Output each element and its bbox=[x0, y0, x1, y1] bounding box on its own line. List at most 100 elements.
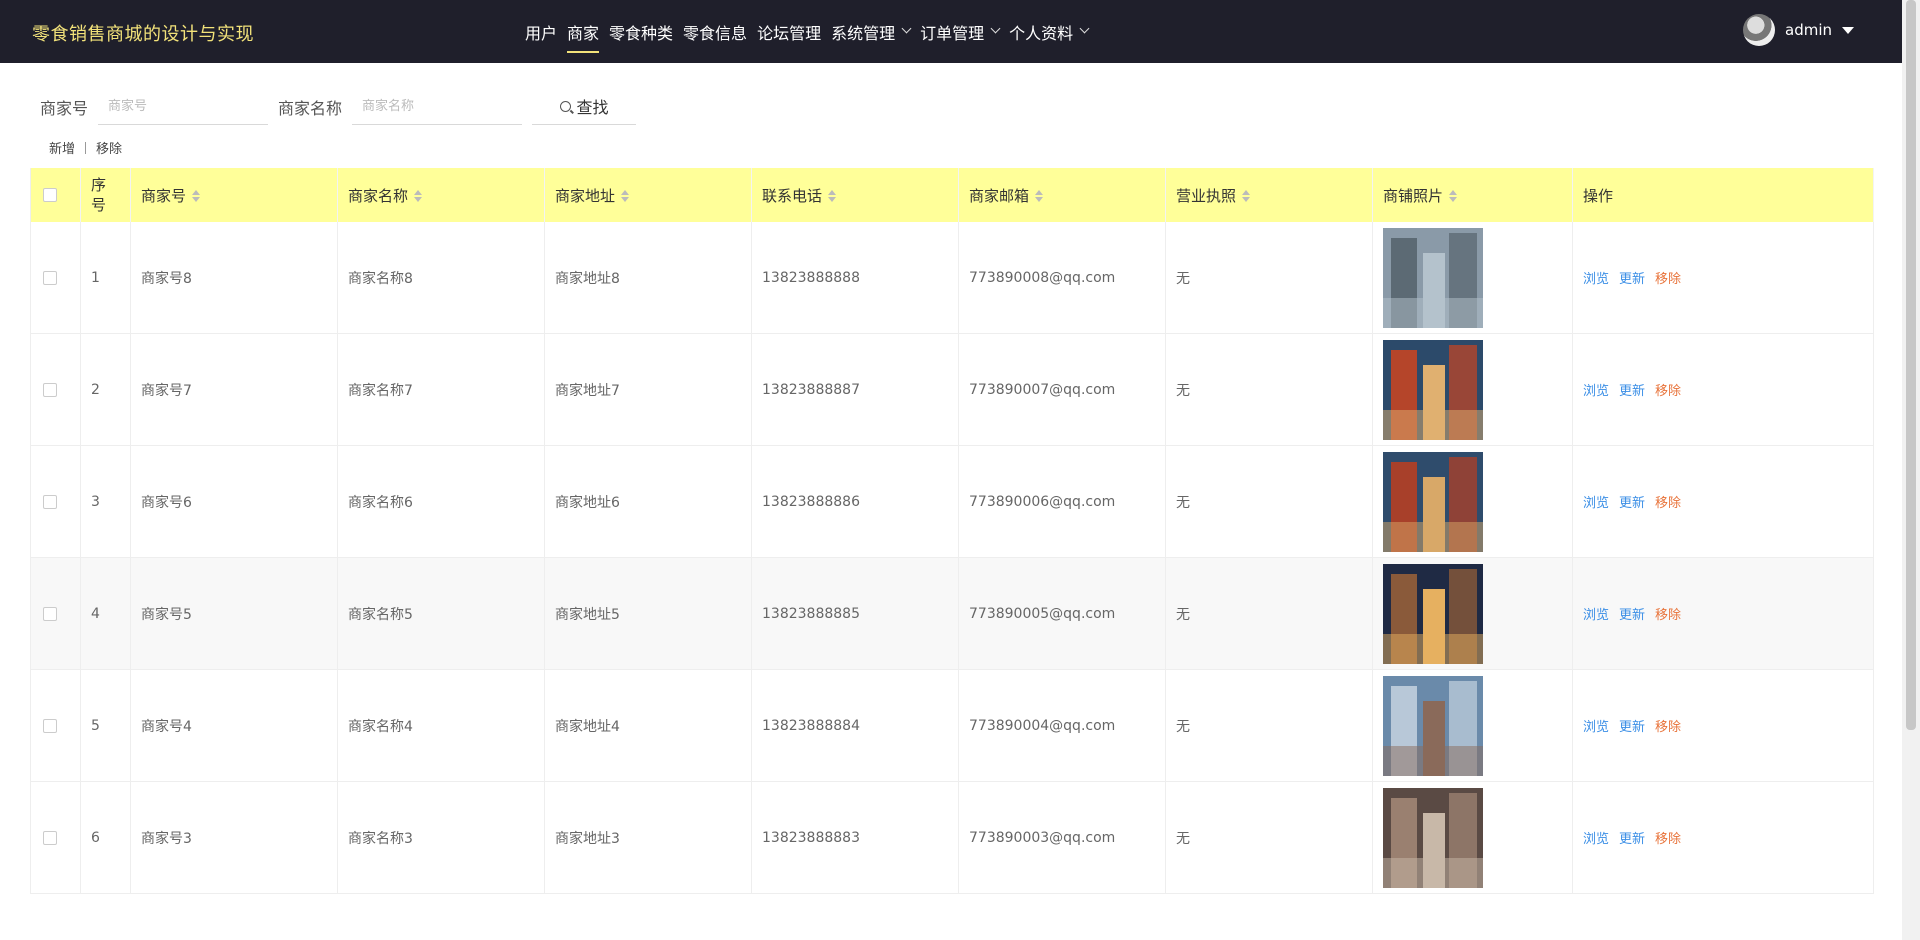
scrollbar-thumb[interactable] bbox=[1906, 0, 1916, 730]
table-row[interactable]: 1 商家号8 商家名称8 商家地址8 13823888888 773890008@qq.c… bbox=[30, 222, 1874, 334]
page-scrollbar[interactable] bbox=[1902, 0, 1920, 940]
column-header[interactable]: 商家名称 bbox=[337, 168, 545, 222]
update-button[interactable]: 更新 bbox=[1619, 272, 1645, 287]
avatar[interactable] bbox=[1743, 14, 1775, 46]
shop-photo-image[interactable] bbox=[1383, 339, 1483, 440]
remove-button[interactable]: 移除 bbox=[1655, 832, 1681, 847]
sort-icon[interactable] bbox=[1449, 190, 1458, 202]
remove-button[interactable]: 移除 bbox=[1655, 720, 1681, 735]
shop-photo-image[interactable] bbox=[1383, 451, 1483, 552]
nav-item[interactable]: 系统管理 bbox=[826, 0, 915, 63]
sort-icon[interactable] bbox=[1035, 190, 1044, 202]
cell-index: 4 bbox=[80, 557, 131, 670]
column-header-label: 商家地址 bbox=[555, 186, 616, 205]
merchant-no-input[interactable] bbox=[98, 88, 269, 125]
cell-address: 商家地址4 bbox=[544, 669, 752, 782]
table-row[interactable]: 5 商家号4 商家名称4 商家地址4 13823888884 773890004@qq.c… bbox=[30, 669, 1874, 782]
username[interactable]: admin bbox=[1785, 21, 1832, 39]
top-navbar: 零食销售商城的设计与实现 用户 商家 零食种类 零食信息 论坛管理 系统管理 订单管理 个人资… bbox=[0, 0, 1902, 63]
select-all-checkbox[interactable] bbox=[43, 188, 57, 202]
nav-item[interactable]: 订单管理 bbox=[915, 0, 1004, 63]
table-row[interactable]: 4 商家号5 商家名称5 商家地址5 13823888885 773890005@qq.c… bbox=[30, 557, 1874, 670]
chevron-down-icon bbox=[1079, 23, 1090, 34]
row-select-cell[interactable] bbox=[30, 669, 81, 782]
caret-down-icon[interactable] bbox=[1842, 26, 1854, 34]
add-button[interactable]: 新增 bbox=[49, 138, 75, 157]
row-select-cell[interactable] bbox=[30, 333, 81, 446]
nav-item[interactable]: 用户 bbox=[520, 0, 562, 63]
sort-icon[interactable] bbox=[414, 190, 423, 202]
view-button[interactable]: 浏览 bbox=[1583, 832, 1609, 847]
cell-phone: 13823888885 bbox=[751, 557, 959, 670]
row-checkbox[interactable] bbox=[43, 830, 57, 845]
row-checkbox[interactable] bbox=[43, 270, 57, 285]
table-row[interactable]: 2 商家号7 商家名称7 商家地址7 13823888887 773890007@qq.c… bbox=[30, 333, 1874, 446]
column-header[interactable]: 商铺照片 bbox=[1372, 168, 1573, 222]
cell-license: 无 bbox=[1165, 222, 1373, 334]
sort-icon[interactable] bbox=[1242, 190, 1251, 202]
update-button[interactable]: 更新 bbox=[1619, 384, 1645, 399]
row-checkbox[interactable] bbox=[43, 606, 57, 621]
sort-icon[interactable] bbox=[828, 190, 837, 202]
column-header[interactable]: 商家地址 bbox=[544, 168, 752, 222]
column-header[interactable]: 商家邮箱 bbox=[958, 168, 1166, 222]
shop-photo-image[interactable] bbox=[1383, 563, 1483, 664]
table-row[interactable]: 3 商家号6 商家名称6 商家地址6 13823888886 773890006@qq.c… bbox=[30, 445, 1874, 558]
search-bar: 商家号 商家名称 查找 bbox=[40, 88, 637, 125]
column-header-label: 商铺照片 bbox=[1383, 186, 1444, 205]
row-select-cell[interactable] bbox=[30, 222, 81, 334]
table-row[interactable]: 6 商家号3 商家名称3 商家地址3 13823888883 773890003@qq.c… bbox=[30, 781, 1874, 894]
search-button-label: 查找 bbox=[576, 98, 609, 117]
merchant-name-input[interactable] bbox=[352, 88, 523, 125]
sort-icon[interactable] bbox=[192, 190, 201, 202]
cell-photo bbox=[1372, 222, 1573, 334]
column-header[interactable]: 商家号 bbox=[130, 168, 338, 222]
shop-photo-image[interactable] bbox=[1383, 227, 1483, 328]
remove-button[interactable]: 移除 bbox=[1655, 608, 1681, 623]
column-header-label: 操作 bbox=[1583, 186, 1614, 205]
cell-name: 商家名称6 bbox=[337, 445, 545, 558]
view-button[interactable]: 浏览 bbox=[1583, 384, 1609, 399]
cell-index: 5 bbox=[80, 669, 131, 782]
row-select-cell[interactable] bbox=[30, 557, 81, 670]
user-menu[interactable]: admin bbox=[1743, 14, 1854, 46]
merchant-name-label: 商家名称 bbox=[278, 98, 343, 118]
nav-item[interactable]: 商家 bbox=[562, 0, 604, 63]
column-header-label: 营业执照 bbox=[1176, 186, 1237, 205]
sort-icon[interactable] bbox=[621, 190, 630, 202]
search-button[interactable]: 查找 bbox=[532, 88, 637, 125]
batch-remove-button[interactable]: 移除 bbox=[96, 138, 122, 157]
shop-photo-image[interactable] bbox=[1383, 787, 1483, 888]
nav-item-label: 个人资料 bbox=[1009, 23, 1074, 43]
view-button[interactable]: 浏览 bbox=[1583, 272, 1609, 287]
update-button[interactable]: 更新 bbox=[1619, 608, 1645, 623]
nav-item[interactable]: 个人资料 bbox=[1004, 0, 1093, 63]
select-all-cell[interactable] bbox=[30, 168, 81, 222]
row-select-cell[interactable] bbox=[30, 445, 81, 558]
nav-item[interactable]: 论坛管理 bbox=[752, 0, 826, 63]
nav-item[interactable]: 零食信息 bbox=[678, 0, 752, 63]
remove-button[interactable]: 移除 bbox=[1655, 496, 1681, 511]
update-button[interactable]: 更新 bbox=[1619, 720, 1645, 735]
column-header[interactable]: 营业执照 bbox=[1165, 168, 1373, 222]
shop-photo-image[interactable] bbox=[1383, 675, 1483, 776]
cell-name: 商家名称7 bbox=[337, 333, 545, 446]
cell-index: 3 bbox=[80, 445, 131, 558]
remove-button[interactable]: 移除 bbox=[1655, 384, 1681, 399]
row-select-cell[interactable] bbox=[30, 781, 81, 894]
update-button[interactable]: 更新 bbox=[1619, 496, 1645, 511]
row-checkbox[interactable] bbox=[43, 718, 57, 733]
view-button[interactable]: 浏览 bbox=[1583, 496, 1609, 511]
nav-item[interactable]: 零食种类 bbox=[604, 0, 678, 63]
nav-item-label: 订单管理 bbox=[920, 23, 985, 43]
view-button[interactable]: 浏览 bbox=[1583, 720, 1609, 735]
row-checkbox[interactable] bbox=[43, 494, 57, 509]
update-button[interactable]: 更新 bbox=[1619, 832, 1645, 847]
cell-index: 1 bbox=[80, 222, 131, 334]
cell-index: 2 bbox=[80, 333, 131, 446]
row-checkbox[interactable] bbox=[43, 382, 57, 397]
remove-button[interactable]: 移除 bbox=[1655, 272, 1681, 287]
view-button[interactable]: 浏览 bbox=[1583, 608, 1609, 623]
column-header[interactable]: 联系电话 bbox=[751, 168, 959, 222]
main-nav: 用户 商家 零食种类 零食信息 论坛管理 系统管理 订单管理 个人资料 bbox=[520, 0, 1093, 63]
